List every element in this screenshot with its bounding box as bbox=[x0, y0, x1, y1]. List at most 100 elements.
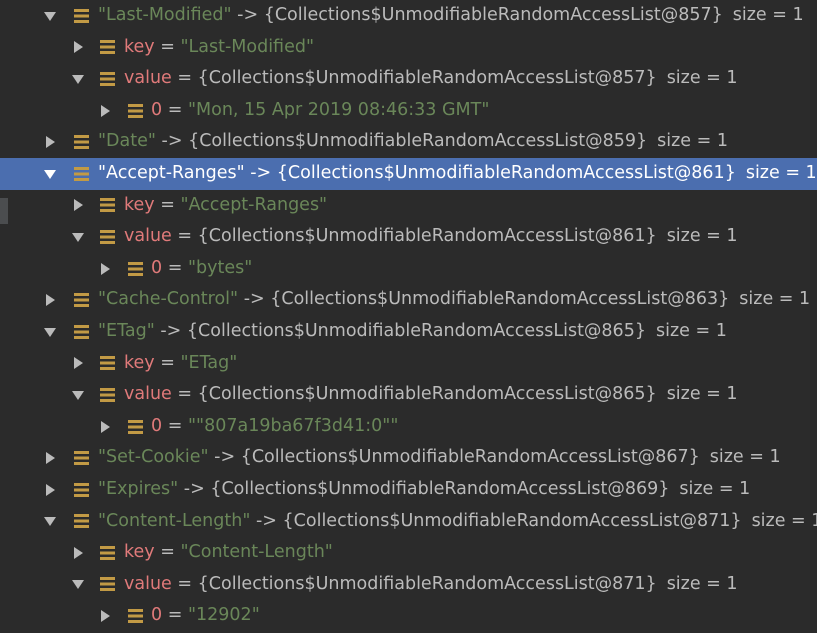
field-reference: {Collections$UnmodifiableRandomAccessLis… bbox=[197, 68, 657, 89]
field-name: 0 bbox=[151, 605, 163, 626]
chevron-down-icon[interactable] bbox=[42, 506, 58, 538]
chevron-down-icon[interactable] bbox=[42, 0, 58, 32]
chevron-right-icon[interactable] bbox=[97, 411, 113, 443]
row-label: "Expires" -> {Collections$UnmodifiableRa… bbox=[98, 474, 750, 506]
chevron-right-icon[interactable] bbox=[70, 348, 86, 380]
equals-sign: = bbox=[160, 194, 175, 215]
field-name: value bbox=[124, 226, 172, 247]
row-label: 0 = "bytes" bbox=[151, 253, 252, 285]
field-row[interactable]: value = {Collections$UnmodifiableRandomA… bbox=[0, 63, 817, 95]
field-row[interactable]: 0 = "bytes" bbox=[0, 253, 817, 285]
entry-key: "Accept-Ranges" bbox=[98, 162, 245, 183]
field-icon bbox=[98, 63, 116, 95]
field-name: 0 bbox=[151, 257, 163, 278]
field-icon bbox=[98, 221, 116, 253]
entry-reference: {Collections$UnmodifiableRandomAccessLis… bbox=[240, 447, 700, 468]
field-icon bbox=[126, 95, 144, 127]
entry-reference: {Collections$UnmodifiableRandomAccessLis… bbox=[186, 320, 646, 341]
equals-sign: = bbox=[177, 384, 193, 405]
field-row[interactable]: value = {Collections$UnmodifiableRandomA… bbox=[0, 379, 817, 411]
chevron-down-icon[interactable] bbox=[70, 221, 86, 253]
entry-size: size = 1 bbox=[679, 478, 751, 499]
row-label: "Set-Cookie" -> {Collections$Unmodifiabl… bbox=[98, 442, 781, 474]
entry-key: "Cache-Control" bbox=[98, 289, 239, 310]
map-entry-row[interactable]: "Set-Cookie" -> {Collections$Unmodifiabl… bbox=[0, 442, 817, 474]
chevron-right-icon[interactable] bbox=[70, 537, 86, 569]
field-value: "12902" bbox=[187, 605, 260, 626]
entry-size: size = 1 bbox=[751, 510, 817, 531]
field-row[interactable]: 0 = "Mon, 15 Apr 2019 08:46:33 GMT" bbox=[0, 95, 817, 127]
entry-key: "Content-Length" bbox=[98, 510, 251, 531]
chevron-down-icon[interactable] bbox=[70, 569, 86, 601]
field-icon bbox=[72, 158, 90, 190]
entry-arrow: -> bbox=[255, 510, 277, 531]
field-row[interactable]: 0 = ""807a19ba67f3d41:0"" bbox=[0, 411, 817, 443]
field-icon bbox=[126, 600, 144, 632]
chevron-right-icon[interactable] bbox=[70, 32, 86, 64]
field-row[interactable]: value = {Collections$UnmodifiableRandomA… bbox=[0, 221, 817, 253]
chevron-right-icon[interactable] bbox=[70, 190, 86, 222]
field-name: value bbox=[124, 68, 172, 89]
row-label: "Cache-Control" -> {Collections$Unmodifi… bbox=[98, 284, 810, 316]
chevron-right-icon[interactable] bbox=[42, 474, 58, 506]
row-label: "Accept-Ranges" -> {Collections$Unmodifi… bbox=[98, 158, 817, 190]
field-icon bbox=[98, 190, 116, 222]
entry-key: "Last-Modified" bbox=[98, 5, 232, 25]
chevron-down-icon[interactable] bbox=[42, 158, 58, 190]
map-entry-row[interactable]: "Expires" -> {Collections$UnmodifiableRa… bbox=[0, 474, 817, 506]
field-row[interactable]: 0 = "12902" bbox=[0, 600, 817, 632]
row-label: key = "Last-Modified" bbox=[124, 32, 314, 64]
field-icon bbox=[72, 0, 90, 32]
field-value: "Content-Length" bbox=[180, 542, 333, 563]
map-entry-row[interactable]: "Content-Length" -> {Collections$Unmodif… bbox=[0, 506, 817, 538]
map-entry-row[interactable]: "Date" -> {Collections$UnmodifiableRando… bbox=[0, 126, 817, 158]
field-reference: {Collections$UnmodifiableRandomAccessLis… bbox=[197, 573, 657, 594]
map-entry-row[interactable]: "ETag" -> {Collections$UnmodifiableRando… bbox=[0, 316, 817, 348]
entry-size: size = 1 bbox=[655, 320, 727, 341]
field-row[interactable]: key = "ETag" bbox=[0, 348, 817, 380]
entry-reference: {Collections$UnmodifiableRandomAccessLis… bbox=[188, 131, 648, 152]
field-row[interactable]: key = "Content-Length" bbox=[0, 537, 817, 569]
field-row[interactable]: value = {Collections$UnmodifiableRandomA… bbox=[0, 569, 817, 601]
chevron-right-icon[interactable] bbox=[97, 95, 113, 127]
field-icon bbox=[72, 506, 90, 538]
field-name: key bbox=[124, 194, 155, 215]
chevron-down-icon[interactable] bbox=[70, 63, 86, 95]
equals-sign: = bbox=[167, 257, 183, 278]
field-row[interactable]: key = "Accept-Ranges" bbox=[0, 190, 817, 222]
field-size: size = 1 bbox=[666, 573, 738, 594]
equals-sign: = bbox=[167, 415, 183, 436]
field-row[interactable]: key = "Last-Modified" bbox=[0, 32, 817, 64]
chevron-right-icon[interactable] bbox=[42, 284, 58, 316]
entry-reference: {Collections$UnmodifiableRandomAccessLis… bbox=[270, 289, 730, 310]
chevron-down-icon[interactable] bbox=[42, 316, 58, 348]
chevron-right-icon[interactable] bbox=[97, 253, 113, 285]
chevron-right-icon[interactable] bbox=[42, 442, 58, 474]
row-label: value = {Collections$UnmodifiableRandomA… bbox=[124, 63, 738, 95]
entry-key: "Date" bbox=[98, 131, 156, 152]
equals-sign: = bbox=[160, 542, 175, 563]
row-label: "Last-Modified" -> {Collections$Unmodifi… bbox=[98, 0, 804, 32]
field-icon bbox=[72, 284, 90, 316]
map-entry-row[interactable]: "Accept-Ranges" -> {Collections$Unmodifi… bbox=[0, 157, 817, 190]
field-icon bbox=[126, 253, 144, 285]
entry-reference: {Collections$UnmodifiableRandomAccessLis… bbox=[282, 510, 742, 531]
map-entry-row[interactable]: "Last-Modified" -> {Collections$Unmodifi… bbox=[0, 0, 817, 32]
entry-reference: {Collections$UnmodifiableRandomAccessLis… bbox=[210, 478, 670, 499]
row-label: key = "Content-Length" bbox=[124, 537, 333, 569]
row-label: 0 = "12902" bbox=[151, 600, 260, 632]
entry-size: size = 1 bbox=[745, 162, 817, 183]
entry-size: size = 1 bbox=[739, 289, 811, 310]
chevron-right-icon[interactable] bbox=[42, 126, 58, 158]
equals-sign: = bbox=[177, 68, 193, 89]
row-label: value = {Collections$UnmodifiableRandomA… bbox=[124, 221, 738, 253]
equals-sign: = bbox=[177, 226, 193, 247]
field-name: key bbox=[124, 36, 155, 57]
chevron-right-icon[interactable] bbox=[97, 600, 113, 632]
chevron-down-icon[interactable] bbox=[70, 379, 86, 411]
entry-key: "Expires" bbox=[98, 478, 179, 499]
row-label: 0 = "Mon, 15 Apr 2019 08:46:33 GMT" bbox=[151, 95, 489, 127]
field-icon bbox=[98, 569, 116, 601]
row-label: "Date" -> {Collections$UnmodifiableRando… bbox=[98, 126, 728, 158]
map-entry-row[interactable]: "Cache-Control" -> {Collections$Unmodifi… bbox=[0, 284, 817, 316]
